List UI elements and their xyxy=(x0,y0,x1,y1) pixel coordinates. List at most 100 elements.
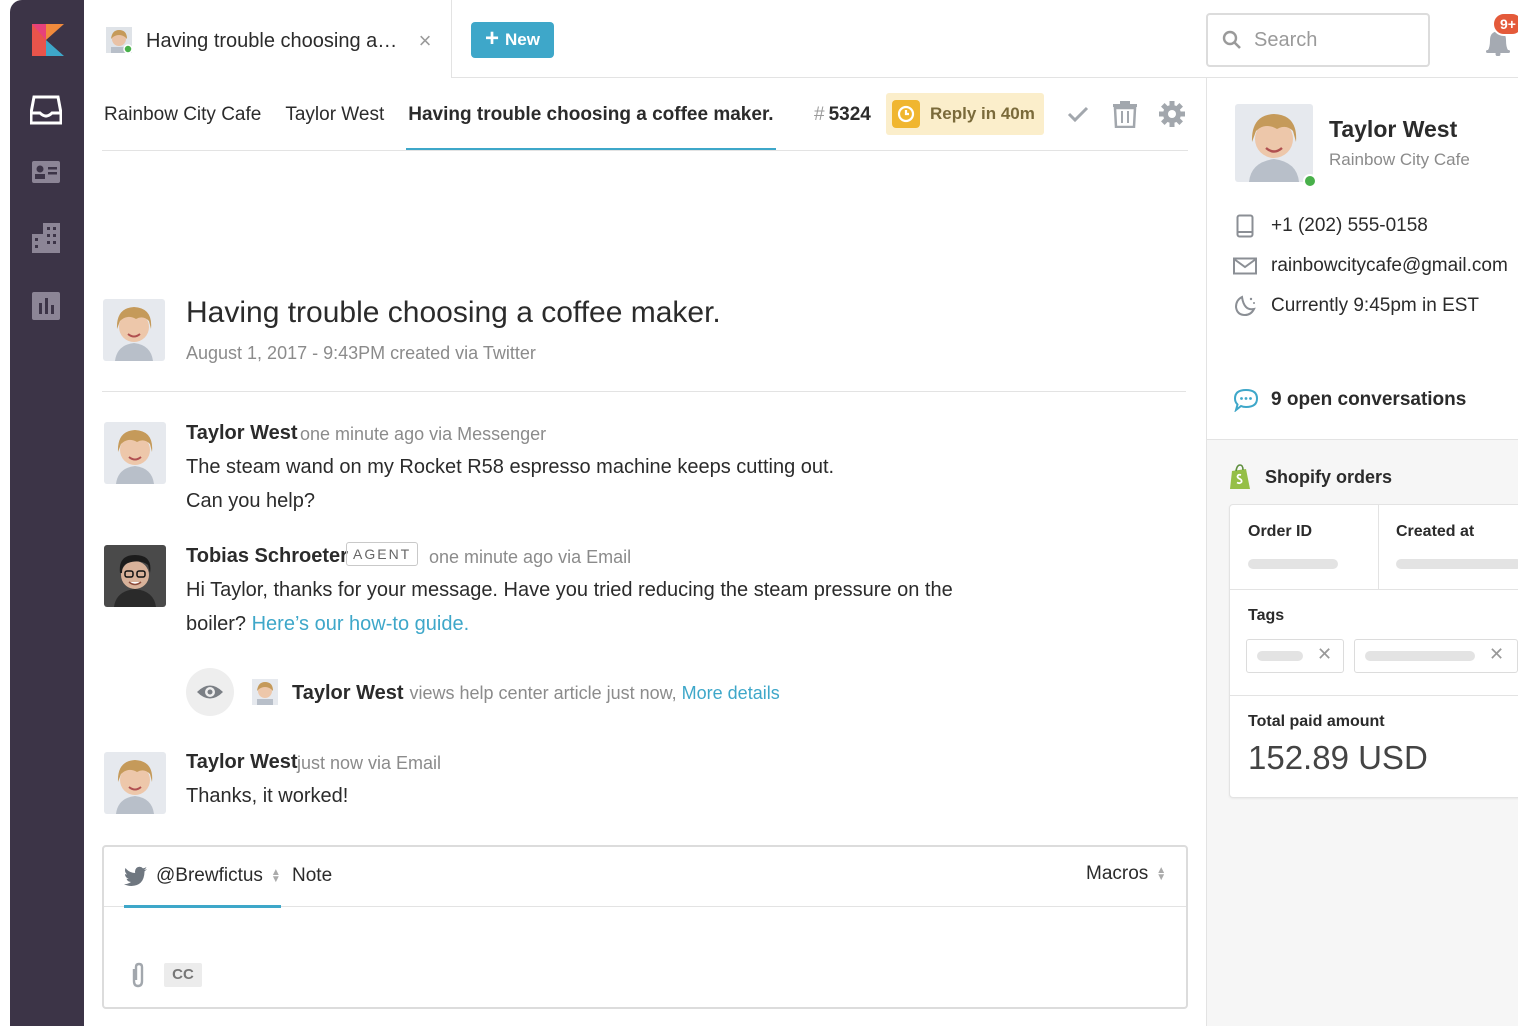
avatar xyxy=(104,422,166,484)
activity-text: views help center article just now, xyxy=(409,683,682,703)
top-bar: Having trouble choosing a… × + New 9+ xyxy=(84,0,1518,78)
card-divider xyxy=(1230,695,1518,696)
new-button[interactable]: + New xyxy=(471,22,554,58)
composer-tabs: @Brewfictus ▲ ▼ Note Macros ▲ ▼ xyxy=(104,847,1186,908)
activity-marker xyxy=(186,668,234,716)
macros-label: Macros xyxy=(1086,863,1149,884)
reply-composer[interactable]: @Brewfictus ▲ ▼ Note Macros ▲ ▼ CC xyxy=(102,845,1188,1009)
how-to-guide-link[interactable]: Here’s our how-to guide. xyxy=(252,613,470,635)
conversation-divider xyxy=(102,391,1186,392)
tab-title: Having trouble choosing a… xyxy=(146,30,398,52)
message-body: Hi Taylor, thanks for your message. Have… xyxy=(186,573,953,641)
avatar xyxy=(106,27,132,53)
breadcrumb-conversation[interactable]: Having trouble choosing a coffee maker. xyxy=(406,104,776,151)
breadcrumb-company[interactable]: Rainbow City Cafe xyxy=(104,104,261,126)
nav-companies[interactable] xyxy=(28,220,64,256)
close-icon[interactable]: × xyxy=(414,28,436,54)
conversation-title: Having trouble choosing a coffee maker. xyxy=(186,296,721,329)
paperclip-icon[interactable] xyxy=(126,961,150,989)
total-paid-label: Total paid amount xyxy=(1248,713,1385,730)
message-line: The steam wand on my Rocket R58 espresso… xyxy=(186,456,835,478)
left-nav xyxy=(10,0,84,1026)
search-box[interactable] xyxy=(1206,13,1430,67)
message-line: Thanks, it worked! xyxy=(186,785,349,807)
phone-number: +1 (202) 555-0158 xyxy=(1271,215,1428,236)
plus-icon: + xyxy=(485,25,500,52)
message-line: boiler? Here’s our how-to guide. xyxy=(186,607,953,641)
email-row[interactable]: rainbowcitycafe@gmail.com xyxy=(1233,254,1508,278)
contact-avatar xyxy=(1235,104,1313,182)
contact-name: Taylor West xyxy=(1329,116,1458,142)
tags-label: Tags xyxy=(1248,607,1285,624)
avatar xyxy=(252,679,278,705)
notification-badge: 9+ xyxy=(1492,12,1518,36)
conversation-tab[interactable]: Having trouble choosing a… × xyxy=(84,0,452,78)
sort-arrows-icon: ▲ ▼ xyxy=(1156,865,1167,883)
activity-line: Taylor West views help center article jus… xyxy=(292,682,780,705)
nav-customers[interactable] xyxy=(28,154,64,190)
message-author[interactable]: Taylor West xyxy=(186,422,298,445)
tag-placeholder xyxy=(1257,651,1303,661)
tag-pill[interactable]: ✕ xyxy=(1246,639,1344,673)
note-label: Note xyxy=(292,865,333,886)
inbox-icon xyxy=(30,95,62,125)
created-at-placeholder xyxy=(1396,559,1518,569)
tab-note[interactable]: Note xyxy=(292,865,332,887)
close-icon[interactable]: ✕ xyxy=(1489,644,1504,665)
chat-bubble-icon xyxy=(1233,388,1259,412)
message-meta: one minute ago via Email xyxy=(429,547,632,567)
avatar xyxy=(103,299,165,361)
twitter-icon xyxy=(124,866,147,886)
reports-icon xyxy=(32,292,60,320)
open-conversations-label: 9 open conversations xyxy=(1271,389,1467,410)
cc-button[interactable]: CC xyxy=(164,963,202,987)
nav-reports[interactable] xyxy=(28,288,64,324)
shopify-order-card: Order ID Created at Tags ✕ ✕ Total paid … xyxy=(1229,504,1518,798)
shopify-bag-icon xyxy=(1230,464,1250,489)
trash-icon[interactable] xyxy=(1111,100,1139,128)
card-divider xyxy=(1230,589,1518,590)
tag-placeholder xyxy=(1365,651,1475,661)
shopify-header: Shopify orders xyxy=(1229,464,1392,490)
more-details-link[interactable]: More details xyxy=(682,683,780,703)
moon-icon xyxy=(1233,294,1257,318)
tag-pill[interactable]: ✕ xyxy=(1354,639,1518,673)
message-body: The steam wand on my Rocket R58 espresso… xyxy=(186,450,834,518)
email-icon xyxy=(1233,254,1257,278)
email-address: rainbowcitycafe@gmail.com xyxy=(1271,255,1508,276)
message-author[interactable]: Tobias Schroeter xyxy=(186,545,348,568)
macros-dropdown[interactable]: Macros ▲ ▼ xyxy=(1086,863,1166,885)
message-meta: just now via Email xyxy=(297,753,442,773)
reply-timer[interactable]: Reply in 40m xyxy=(886,93,1044,135)
contact-card-icon xyxy=(32,161,60,183)
open-conversations-link[interactable]: 9 open conversations xyxy=(1233,388,1466,412)
shopify-title: Shopify orders xyxy=(1265,466,1393,487)
customer-panel: Taylor West Rainbow City Cafe +1 (202) 5… xyxy=(1206,78,1518,1026)
phone-row[interactable]: +1 (202) 555-0158 xyxy=(1233,214,1428,238)
close-icon[interactable]: ✕ xyxy=(1317,644,1332,665)
tab-twitter-channel[interactable]: @Brewfictus ▲ ▼ xyxy=(124,865,281,908)
column-divider xyxy=(1378,505,1379,589)
eye-icon xyxy=(197,685,223,699)
reply-timer-label: Reply in 40m xyxy=(930,104,1035,123)
gear-icon[interactable] xyxy=(1158,100,1186,128)
order-id-header: Order ID xyxy=(1248,523,1313,540)
new-button-label: New xyxy=(505,30,540,49)
order-id-placeholder xyxy=(1248,559,1338,569)
message-meta: one minute ago via Messenger xyxy=(300,424,547,444)
search-input[interactable] xyxy=(1254,28,1404,52)
kustomer-logo-icon[interactable] xyxy=(30,22,66,58)
breadcrumb: Rainbow City Cafe Taylor West Having tro… xyxy=(104,104,798,151)
breadcrumb-customer[interactable]: Taylor West xyxy=(285,104,384,126)
ticket-number: #5324 xyxy=(814,104,871,126)
contact-company[interactable]: Rainbow City Cafe xyxy=(1329,150,1470,170)
sort-arrows-icon: ▲ ▼ xyxy=(270,867,281,885)
shopify-section: Shopify orders Order ID Created at Tags … xyxy=(1207,440,1518,1026)
message-author[interactable]: Taylor West xyxy=(186,751,298,774)
checkmark-icon[interactable] xyxy=(1064,100,1092,128)
ticket-number-value: 5324 xyxy=(828,104,871,125)
activity-name[interactable]: Taylor West xyxy=(292,682,404,704)
conversation-meta: August 1, 2017 - 9:43PM created via Twit… xyxy=(186,343,536,363)
nav-inbox[interactable] xyxy=(28,92,64,128)
agent-badge: AGENT xyxy=(346,542,419,566)
